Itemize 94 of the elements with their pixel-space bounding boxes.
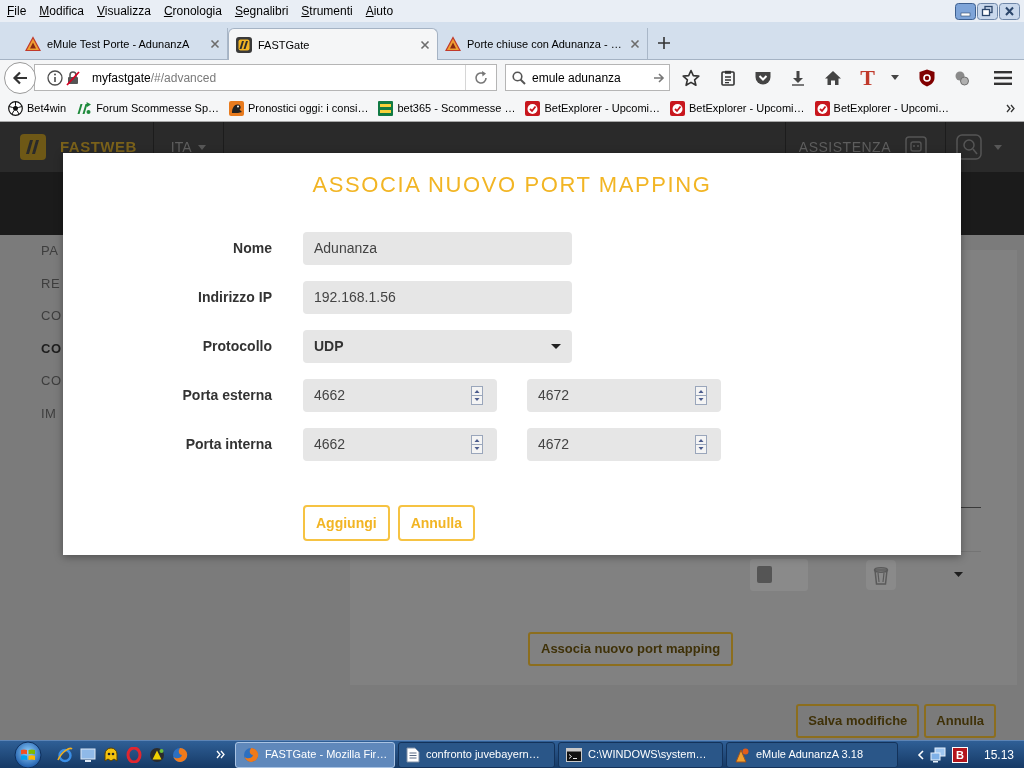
menu-item[interactable]: Segnalibri [234,4,289,18]
clipboard-icon[interactable] [719,69,736,86]
shield-icon[interactable] [919,68,935,87]
bookmark-item[interactable]: BetExplorer - Upcomi… [814,100,950,116]
monitor-icon[interactable] [80,746,96,763]
logo-icon [229,100,244,116]
arrow-icon[interactable] [653,71,665,84]
spinner-icon[interactable] [471,386,483,405]
network-icon[interactable] [929,746,946,763]
taskbar-button[interactable]: C:\WINDOWS\system… [558,741,723,768]
logo-icon [20,134,46,160]
start-button[interactable] [14,740,42,768]
triangle-badge-icon[interactable] [149,746,165,763]
shield-icon[interactable] [753,69,772,86]
spinner-icon[interactable] [695,386,707,405]
plus-icon[interactable] [658,37,670,49]
bookmark-item[interactable]: bet365 - Scommesse … [378,100,516,116]
tab[interactable]: FASTGate [228,28,438,60]
menu-item[interactable]: Strumenti [301,4,353,18]
toggle-switch[interactable] [750,558,808,591]
spinner-icon[interactable] [695,435,707,454]
menu-item[interactable]: Visualizza [97,4,151,18]
field-label: Porta esterna [182,386,272,405]
ghost-icon[interactable] [103,746,119,763]
globe-icon[interactable] [172,746,188,763]
bookmark-item[interactable]: BetExplorer - Upcomi… [525,100,660,116]
chevron-icon[interactable] [1006,103,1015,113]
number-field[interactable]: 4662 [303,428,497,461]
caret-icon[interactable] [551,344,561,349]
browser-icon[interactable] [57,746,73,763]
spinner-icon[interactable] [471,435,483,454]
menu-item[interactable]: Cronologia [163,4,222,18]
console-icon [566,747,582,762]
bookmark-item[interactable]: Pronostici oggi: i consi… [229,100,369,116]
triangle-icon [734,746,750,763]
clock: 15.13 [983,746,1014,764]
brand-name: FASTWEB [60,136,137,157]
document-icon [406,746,420,763]
logo-icon [670,100,685,116]
globe-icon [243,746,259,763]
menu-icon[interactable] [993,70,1012,85]
bookmark-item[interactable]: Bet4win [8,100,67,116]
close-icon[interactable] [630,38,640,49]
bookmark-item[interactable]: BetExplorer - Upcomi… [670,100,805,116]
triangle-icon [445,35,461,52]
dialog-title: ASSOCIA NUOVO PORT MAPPING [312,173,712,197]
restore-button[interactable] [977,2,998,20]
close-icon[interactable] [210,38,220,49]
caret-icon[interactable] [891,75,899,80]
menu-item[interactable]: File [7,4,27,18]
search-icon [512,70,526,85]
menu-item[interactable]: Aiuto [365,4,394,18]
logo-icon [76,100,93,116]
star-icon[interactable] [682,68,700,87]
menu-item[interactable]: Modifica [39,4,85,18]
logo-icon [814,100,830,116]
address-field[interactable]: myfastgate/#/advanced [34,64,497,91]
back-arrow-icon [12,70,28,85]
number-field[interactable]: 4672 [527,428,721,461]
circles-icon[interactable] [954,69,970,86]
logo-icon [236,36,252,53]
search-field[interactable]: emule adunanza [505,64,670,91]
field-label: Nome [233,239,272,258]
info-icon[interactable] [47,69,63,86]
download-icon[interactable] [789,69,806,86]
field-label: Porta interna [185,435,272,454]
bookmark-item[interactable]: Forum Scommesse Sp… [76,100,219,116]
logo-icon [378,100,394,116]
minimize-button[interactable] [955,2,976,20]
number-field[interactable]: 4662 [303,379,497,412]
tray-badge[interactable]: B [951,746,968,763]
font-button[interactable]: T [858,66,877,89]
field-label: Protocollo [202,337,272,356]
close-icon[interactable] [420,39,430,50]
search-icon[interactable] [956,134,982,160]
triangle-icon [25,35,41,52]
url-text: myfastgate/#/advanced [92,70,217,85]
sidebar-item[interactable]: CO [41,339,62,373]
select-field[interactable]: UDP [303,330,572,363]
input-field[interactable]: 192.168.1.56 [303,281,572,314]
taskbar-button[interactable]: FASTGate - Mozilla Fir… [235,741,395,768]
number-field[interactable]: 4672 [527,379,721,412]
input-field[interactable]: Adunanza [303,232,572,265]
home-icon[interactable] [823,69,842,86]
lock-slash-icon[interactable] [65,69,81,86]
soccer-ball-icon [8,100,23,116]
field-label: Indirizzo IP [198,288,272,307]
tab[interactable]: Porte chiuse con Adunanza - … [438,28,648,59]
logo-icon [525,100,541,116]
back-button[interactable] [4,61,36,94]
close-button[interactable] [999,2,1020,20]
reload-icon[interactable] [473,69,489,86]
taskbar-button[interactable]: eMule AdunanzA 3.18 [726,741,898,768]
taskbar-button[interactable]: confronto juvebayern… [398,741,555,768]
